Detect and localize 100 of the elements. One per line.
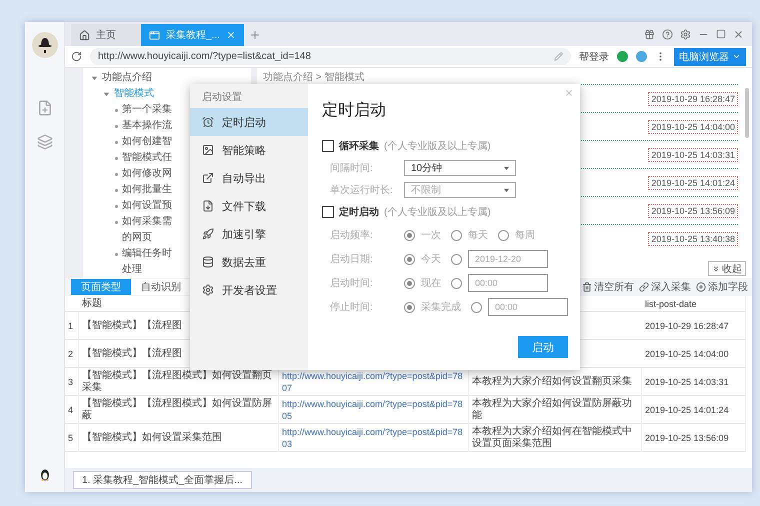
field-label: 启动日期: [330,252,374,266]
tree-item[interactable]: 如何批量生 [122,182,172,198]
radio-label: 采集完成 [421,300,461,314]
tree-item[interactable]: 编辑任务时 处理 [122,246,172,278]
image-icon [202,144,214,156]
table-cell: 【智能模式】如何设置采集范围 [79,424,279,452]
row-number: 3 [65,368,79,396]
browser-tab[interactable]: 主页 [71,24,141,46]
radio-label: 每周 [515,229,535,242]
bullet-dot [115,141,118,144]
table-cell: 本教程为大家介绍如何在智能模式中设置页面采集范围 [469,424,642,452]
tree-item[interactable]: 如何创建智 [122,134,172,150]
row-number: 1 [65,312,79,339]
field-label: 停止时间: [330,300,374,314]
nav-item[interactable]: 智能策略 [190,136,308,164]
close-icon[interactable] [733,28,744,40]
checkbox[interactable] [322,206,334,218]
caret-icon[interactable] [91,75,98,82]
edition-note: (个人专业版及以上专属) [384,206,491,219]
date-text: 2019-10-25 14:01:24 [648,176,738,190]
radio-button[interactable] [404,278,415,288]
radio-button[interactable] [498,230,509,240]
nav-item[interactable]: 自动导出 [190,164,308,192]
dialog-title: 定时启动 [322,100,387,121]
tree-item[interactable]: 如何设置预 [122,198,172,214]
scrollbar [745,88,749,138]
checkbox-label: 循环采集 [339,140,379,153]
nav-item[interactable]: 定时启动 [190,108,308,136]
toolbar-action[interactable]: 深入采集 [639,280,691,294]
bullet-dot [115,221,118,224]
tree-item[interactable]: 第一个采集 [122,102,172,118]
bullet-dot [115,205,118,208]
radio-label: 今天 [421,253,441,266]
close-icon[interactable] [226,30,236,40]
new-tab-icon[interactable] [248,29,261,41]
toolbar-action[interactable]: 清空所有 [582,280,634,294]
tree-item[interactable]: 基本操作流 [122,118,172,134]
chevron-icon [712,264,720,272]
refresh-icon[interactable] [71,51,82,62]
row-number: 5 [65,424,79,452]
tree-item[interactable]: 如何采集需 的网页 [122,214,172,246]
table-cell: 2019-10-25 14:04:00 [642,340,746,367]
settings-icon[interactable] [680,28,691,40]
breadcrumb[interactable]: 功能点介绍 > 智能模式 [263,70,364,84]
radio-button[interactable] [451,230,462,240]
tree-item[interactable]: 如何修改网 [122,166,172,182]
field-label: 间隔时间: [330,162,374,175]
radio-button[interactable] [471,302,482,312]
field-label: 启动时间: [330,276,374,290]
pencil-icon[interactable] [554,52,563,61]
layers-icon[interactable] [36,134,52,150]
link-cell[interactable]: http://www.houyicaiji.com/?type=post&pid=7805 [279,396,469,424]
panel-tab[interactable]: 自动识别 [131,279,191,295]
address-field[interactable]: http://www.houyicaiji.com/?type=list&cat_id=148 [90,48,571,65]
task-tab[interactable]: 1. 采集教程_智能模式_全面掌握后... [73,471,252,489]
database-icon [202,256,214,268]
gift-icon[interactable] [644,28,655,40]
rocket-icon [202,228,214,240]
collapse-button[interactable]: 收起 [708,261,746,276]
browser-mode-button[interactable]: 电脑浏览器 [674,48,746,66]
nav-item[interactable]: 加速引擎 [190,220,308,248]
maximize-icon[interactable] [716,29,726,39]
date-text: 2019-10-25 14:03:31 [648,148,738,162]
toolbar-action[interactable]: 添加字段 [696,280,748,294]
settings-icon [202,284,214,296]
bullet-dot [115,253,118,256]
caret-icon[interactable] [103,91,110,98]
bullet-dot [115,125,118,128]
table-cell: 2019-10-25 14:03:31 [642,368,746,396]
row-number: 2 [65,340,79,367]
radio-button[interactable] [404,230,415,240]
date-text: 2019-10-25 13:56:09 [648,204,738,218]
tree-item[interactable]: 功能点介绍 [102,70,152,86]
penguin-icon [40,469,50,481]
table-cell: 2019-10-25 14:01:24 [642,396,746,424]
help-icon[interactable] [662,28,673,40]
file-download-icon [202,200,214,212]
radio-button[interactable] [451,254,462,264]
home-icon [79,30,90,40]
field-label: 启动频率: [330,228,374,242]
link-cell[interactable]: http://www.houyicaiji.com/?type=post&pid=7803 [279,424,469,452]
date-text: 2019-10-25 13:40:38 [648,232,738,246]
alarm-clock-icon [202,116,214,128]
table-cell: 2019-10-29 16:28:47 [642,312,746,339]
bullet-dot [115,189,118,192]
close-icon[interactable] [564,88,574,98]
table-cell: 【智能模式】【流程图模式】如何设置防屏蔽 [79,396,279,424]
radio-button[interactable] [451,278,462,288]
checkbox[interactable] [322,140,334,152]
login-link[interactable]: 帮登录 [579,50,609,64]
nav-item[interactable]: 数据去重 [190,248,308,276]
dialog-header: 启动设置 [201,90,243,105]
row-number: 4 [65,396,79,424]
nav-item[interactable]: 文件下载 [190,192,308,220]
radio-button[interactable] [404,302,415,312]
tree-item[interactable]: 智能模式任 [122,150,172,166]
table-cell: 2019-10-25 13:56:09 [642,424,746,452]
add-page-icon[interactable] [36,100,52,116]
radio-button[interactable] [404,254,415,264]
dropdown[interactable]: 10分钟 [404,160,516,176]
